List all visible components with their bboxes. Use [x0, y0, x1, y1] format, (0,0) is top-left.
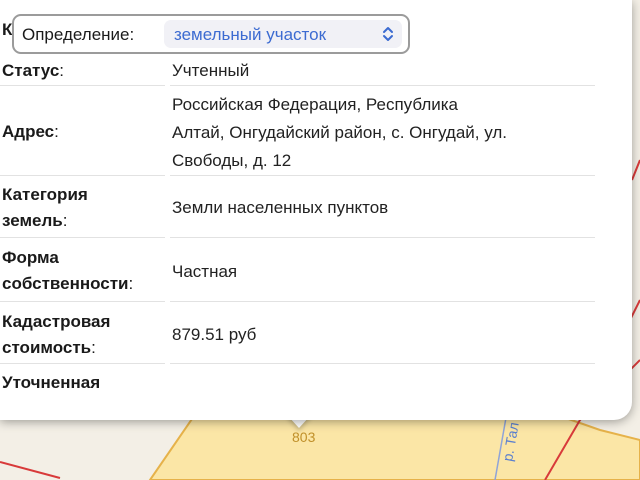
row-label: Кадастровая — [2, 312, 111, 331]
divider — [0, 301, 165, 302]
definition-select-value: земельный участок — [174, 25, 327, 44]
value-line: Алтай, Онгудайский район, с. Онгудай, ул… — [172, 123, 507, 142]
row-colon: : — [62, 211, 68, 230]
divider — [170, 301, 595, 302]
row-value: Частная — [172, 258, 592, 286]
row-address: Адрес: Российская Федерация, Республика … — [0, 88, 600, 176]
definition-label: Определение: — [22, 25, 135, 44]
definition-selector-bar: Определение: земельный участок — [12, 14, 410, 54]
value-line: 879.51 руб — [172, 325, 257, 344]
row-status: Статус: Учтенный — [0, 56, 600, 86]
row-value: Земли населенных пунктов — [172, 194, 592, 222]
row-colon: : — [128, 274, 134, 293]
definition-select[interactable]: земельный участок — [164, 20, 402, 48]
info-popup: К Статус: Учтенный Адрес: Российская Фед… — [0, 0, 632, 420]
row-label: Статус — [2, 61, 60, 80]
value-line: Свободы, д. 12 — [172, 151, 292, 170]
divider — [0, 175, 165, 176]
hidden-row-label: К — [2, 20, 13, 39]
divider — [0, 237, 165, 238]
row-label: Уточненная — [2, 373, 101, 392]
chevron-updown-icon — [383, 27, 393, 41]
divider — [170, 175, 595, 176]
divider — [0, 85, 165, 86]
row-label: собственности — [2, 274, 129, 293]
row-label: стоимость — [2, 338, 92, 357]
row-value: Российская Федерация, Республика Алтай, … — [172, 91, 592, 175]
value-line: Учтенный — [172, 61, 250, 80]
divider — [170, 85, 595, 86]
divider — [170, 363, 595, 364]
row-colon: : — [91, 338, 96, 357]
row-value: 879.51 руб — [172, 321, 592, 349]
value-line: Земли населенных пунктов — [172, 198, 389, 217]
row-cadastral-value: Кадастровая стоимость: 879.51 руб — [0, 304, 600, 364]
divider — [0, 363, 165, 364]
row-label: Категория — [2, 185, 88, 204]
row-ownership: Форма собственности: Частная — [0, 240, 600, 302]
row-label: Адрес — [2, 122, 55, 141]
row-land-category: Категория земель: Земли населенных пункт… — [0, 178, 600, 238]
map-parcel-number: 803 — [292, 429, 316, 445]
row-colon: : — [54, 122, 59, 141]
value-line: Российская Федерация, Республика — [172, 95, 459, 114]
row-label: Форма — [2, 248, 59, 267]
row-clipped: Уточненная — [0, 366, 600, 396]
value-line: Частная — [172, 262, 238, 281]
row-colon: : — [59, 61, 65, 80]
row-label: земель — [2, 211, 63, 230]
row-value: Учтенный — [172, 57, 592, 85]
divider — [170, 237, 595, 238]
